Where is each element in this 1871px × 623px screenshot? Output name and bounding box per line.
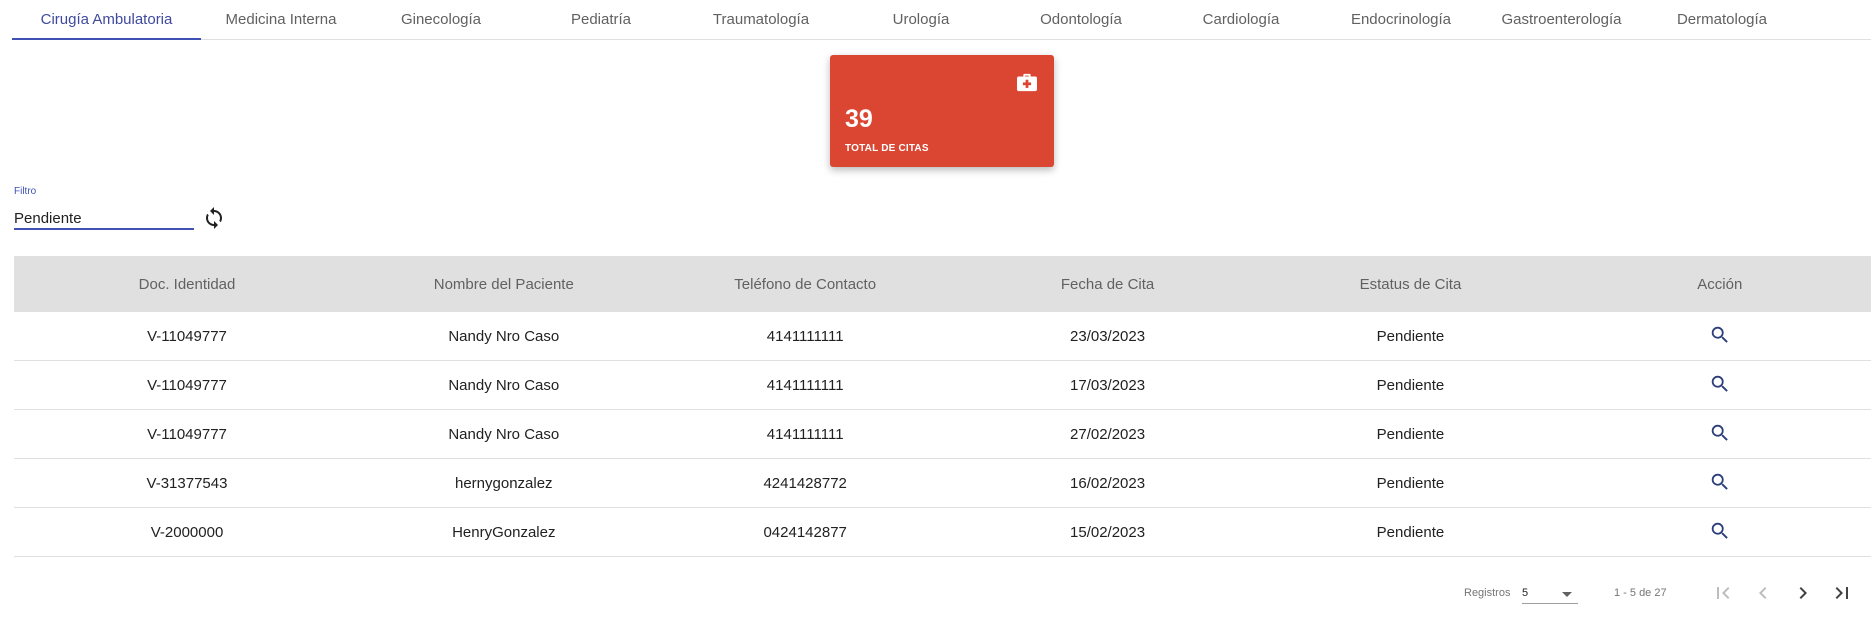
table-header: Doc. Identidad Nombre del Paciente Teléf… xyxy=(14,256,1871,312)
tab-cirugia-ambulatoria[interactable]: Cirugía Ambulatoria xyxy=(12,0,201,40)
tab-ginecologia[interactable]: Ginecología xyxy=(361,0,521,39)
page-size-select[interactable]: 5 xyxy=(1522,582,1578,604)
cell-action xyxy=(1569,323,1871,350)
cell-name: hernygonzalez xyxy=(454,474,553,492)
filter-field: Filtro xyxy=(14,186,194,233)
cell-action xyxy=(1569,519,1871,546)
cell-status: Pendiente xyxy=(1376,474,1445,492)
tab-endocrinologia[interactable]: Endocrinología xyxy=(1321,0,1481,39)
tab-urologia[interactable]: Urología xyxy=(841,0,1001,39)
header-status[interactable]: Estatus de Cita xyxy=(1252,276,1568,293)
cell-action xyxy=(1569,470,1871,497)
page-range-label: 1 - 5 de 27 xyxy=(1614,587,1667,599)
cell-status: Pendiente xyxy=(1376,376,1445,394)
cell-phone: 4141111111 xyxy=(766,327,844,345)
tab-cardiologia[interactable]: Cardiología xyxy=(1161,0,1321,39)
cell-status: Pendiente xyxy=(1376,523,1445,541)
table-row: V-2000000 HenryGonzalez 0424142877 15/02… xyxy=(14,508,1871,557)
cell-doc: V-31377543 xyxy=(146,474,228,492)
table-row: V-11049777 Nandy Nro Caso 4141111111 17/… xyxy=(14,361,1871,410)
header-date[interactable]: Fecha de Cita xyxy=(963,276,1253,293)
next-page-icon[interactable] xyxy=(1791,581,1815,605)
tab-traumatologia[interactable]: Traumatología xyxy=(681,0,841,39)
cell-doc: V-11049777 xyxy=(147,425,227,443)
cell-name: Nandy Nro Caso xyxy=(448,327,560,345)
cell-date: 27/02/2023 xyxy=(1070,425,1146,443)
cell-action xyxy=(1569,421,1871,448)
search-icon[interactable] xyxy=(1708,421,1732,445)
cell-status: Pendiente xyxy=(1376,327,1445,345)
cell-date: 23/03/2023 xyxy=(1070,327,1146,345)
medical-kit-icon xyxy=(1017,73,1037,92)
table-row: V-31377543 hernygonzalez 4241428772 16/0… xyxy=(14,459,1871,508)
search-icon[interactable] xyxy=(1708,470,1732,494)
table-row: V-11049777 Nandy Nro Caso 4141111111 27/… xyxy=(14,410,1871,459)
paginator: Registros 5 1 - 5 de 27 xyxy=(0,580,1871,606)
tab-gastroenterologia[interactable]: Gastroenterología xyxy=(1481,0,1642,39)
cell-phone: 4141111111 xyxy=(766,425,844,443)
tab-dermatologia[interactable]: Dermatología xyxy=(1642,0,1802,39)
header-phone[interactable]: Teléfono de Contacto xyxy=(648,276,963,293)
cell-date: 17/03/2023 xyxy=(1070,376,1146,394)
specialty-tabs: Cirugía Ambulatoria Medicina Interna Gin… xyxy=(12,0,1871,40)
table-row: V-11049777 Nandy Nro Caso 4141111111 23/… xyxy=(14,312,1871,361)
cell-name: Nandy Nro Caso xyxy=(448,376,560,394)
cell-doc: V-11049777 xyxy=(147,327,227,345)
cell-action xyxy=(1569,372,1871,399)
last-page-icon[interactable] xyxy=(1830,581,1854,605)
appointments-table: Doc. Identidad Nombre del Paciente Teléf… xyxy=(14,256,1871,557)
page-size-label: Registros xyxy=(1464,587,1511,599)
total-appointments-value: 39 xyxy=(845,105,873,133)
search-icon[interactable] xyxy=(1708,519,1732,543)
search-icon[interactable] xyxy=(1708,323,1732,347)
header-name[interactable]: Nombre del Paciente xyxy=(360,276,648,293)
total-appointments-label: TOTAL DE CITAS xyxy=(845,143,929,154)
tab-medicina-interna[interactable]: Medicina Interna xyxy=(201,0,361,39)
cell-name: HenryGonzalez xyxy=(452,523,556,541)
previous-page-icon[interactable] xyxy=(1751,581,1775,605)
tab-pediatria[interactable]: Pediatría xyxy=(521,0,681,39)
header-doc[interactable]: Doc. Identidad xyxy=(14,276,360,293)
chevron-down-icon xyxy=(1562,592,1572,597)
cell-phone: 0424142877 xyxy=(763,523,847,541)
cell-date: 16/02/2023 xyxy=(1070,474,1146,492)
total-appointments-card: 39 TOTAL DE CITAS xyxy=(830,55,1054,167)
first-page-icon[interactable] xyxy=(1711,581,1735,605)
cell-name: Nandy Nro Caso xyxy=(448,425,560,443)
page-size-value: 5 xyxy=(1522,587,1529,599)
filter-label: Filtro xyxy=(14,186,37,197)
cell-doc: V-2000000 xyxy=(150,523,224,541)
search-icon[interactable] xyxy=(1708,372,1732,396)
cell-status: Pendiente xyxy=(1376,425,1445,443)
header-action: Acción xyxy=(1697,275,1743,293)
cell-phone: 4141111111 xyxy=(766,376,844,394)
refresh-icon[interactable] xyxy=(202,206,226,230)
filter-input[interactable] xyxy=(14,208,194,230)
tab-odontologia[interactable]: Odontología xyxy=(1001,0,1161,39)
cell-date: 15/02/2023 xyxy=(1070,523,1146,541)
cell-phone: 4241428772 xyxy=(763,474,847,492)
cell-doc: V-11049777 xyxy=(147,376,227,394)
